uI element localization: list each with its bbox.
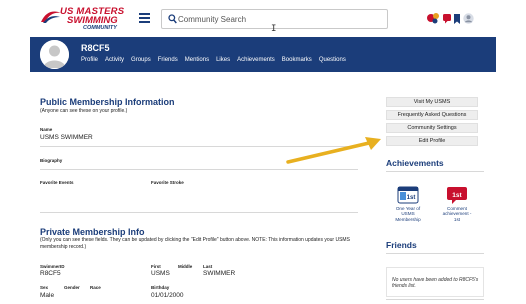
- tab-achievements[interactable]: Achievements: [237, 57, 275, 63]
- tab-mentions[interactable]: Mentions: [185, 57, 209, 63]
- divider: [386, 299, 484, 300]
- biography-label: Biography: [40, 158, 63, 163]
- divider: [40, 169, 358, 170]
- last-name-label: Last: [203, 264, 213, 269]
- menu-icon[interactable]: [139, 13, 150, 23]
- top-header: US MASTERS SWIMMING COMMUNITY I: [0, 0, 526, 37]
- faq-button[interactable]: Frequently Asked Questions: [386, 110, 478, 120]
- tab-likes[interactable]: Likes: [216, 57, 230, 63]
- profile-username: R8CF5: [81, 43, 110, 53]
- logo-line3: COMMUNITY: [83, 25, 117, 31]
- favorite-stroke-label: Favorite Stroke: [151, 180, 184, 185]
- achievement-caption: One Year of USMS Membership: [395, 206, 421, 222]
- gender-label: Gender: [64, 285, 80, 290]
- friends-title: Friends: [386, 240, 417, 250]
- community-settings-button[interactable]: Community Settings: [386, 123, 478, 133]
- visit-my-usms-button[interactable]: Visit My USMS: [386, 97, 478, 107]
- sex-value: Male: [40, 292, 55, 299]
- bookmark-icon[interactable]: [454, 14, 460, 24]
- last-name-value: SWIMMER: [203, 270, 236, 277]
- achievements-title: Achievements: [386, 158, 444, 168]
- default-avatar-icon: [40, 40, 69, 69]
- birthday-value: 01/01/2000: [151, 292, 184, 299]
- friends-empty-box: No users have been added to R8CF5's frie…: [386, 267, 484, 297]
- profile-nav: Profile Activity Groups Friends Mentions…: [81, 57, 346, 63]
- name-label: Name: [40, 127, 53, 132]
- favorite-events-label: Favorite Events: [40, 180, 74, 185]
- user-avatar-icon[interactable]: [463, 13, 474, 24]
- tab-questions[interactable]: Questions: [319, 57, 346, 63]
- swimmerid-label: SwimmerID: [40, 264, 65, 269]
- tab-friends[interactable]: Friends: [158, 57, 178, 63]
- text-cursor-icon: I: [271, 24, 277, 34]
- edit-profile-button[interactable]: Edit Profile: [386, 136, 478, 146]
- notifications-icon[interactable]: [426, 12, 440, 25]
- birthday-label: Birthday: [151, 285, 170, 290]
- tab-groups[interactable]: Groups: [131, 57, 151, 63]
- messages-icon[interactable]: [442, 13, 452, 24]
- tab-profile[interactable]: Profile: [81, 57, 98, 63]
- annotation-arrow-icon: [286, 137, 381, 164]
- private-info-title: Private Membership Info: [40, 227, 145, 237]
- divider: [40, 212, 358, 213]
- race-label: Race: [90, 285, 101, 290]
- friends-empty-message: No users have been added to R8CF5's frie…: [392, 277, 479, 290]
- usms-logo[interactable]: US MASTERS SWIMMING COMMUNITY: [40, 6, 132, 32]
- profile-header: R8CF5 Profile Activity Groups Friends Me…: [30, 37, 496, 72]
- membership-badge-text: 1st: [407, 195, 416, 201]
- swoosh-icon: [41, 11, 61, 23]
- search-icon: [168, 14, 177, 24]
- comment-badge-icon[interactable]: 1st: [446, 186, 468, 205]
- profile-avatar[interactable]: [40, 40, 69, 69]
- tab-bookmarks[interactable]: Bookmarks: [282, 57, 312, 63]
- first-name-value: USMS: [151, 270, 170, 277]
- main-content: Public Membership Information (Anyone ca…: [30, 72, 496, 304]
- first-name-label: First: [151, 264, 161, 269]
- membership-badge-icon[interactable]: 1st: [397, 186, 419, 204]
- middle-name-label: Middle: [178, 264, 193, 269]
- public-info-subtitle: (Anyone can see these on your profile.): [40, 108, 128, 114]
- public-info-title: Public Membership Information: [40, 97, 175, 107]
- comment-badge-text: 1st: [452, 192, 462, 199]
- sex-label: Sex: [40, 285, 49, 290]
- private-info-subtitle: (Only you can see these fields. They can…: [40, 237, 350, 250]
- tab-activity[interactable]: Activity: [105, 57, 124, 63]
- name-value: USMS SWIMMER: [40, 134, 93, 141]
- swimmerid-value: R8CF5: [40, 270, 61, 277]
- search-input[interactable]: [178, 13, 378, 26]
- achievement-caption: Comment achievement - 1st: [442, 206, 472, 222]
- divider: [386, 253, 484, 254]
- divider: [386, 171, 484, 172]
